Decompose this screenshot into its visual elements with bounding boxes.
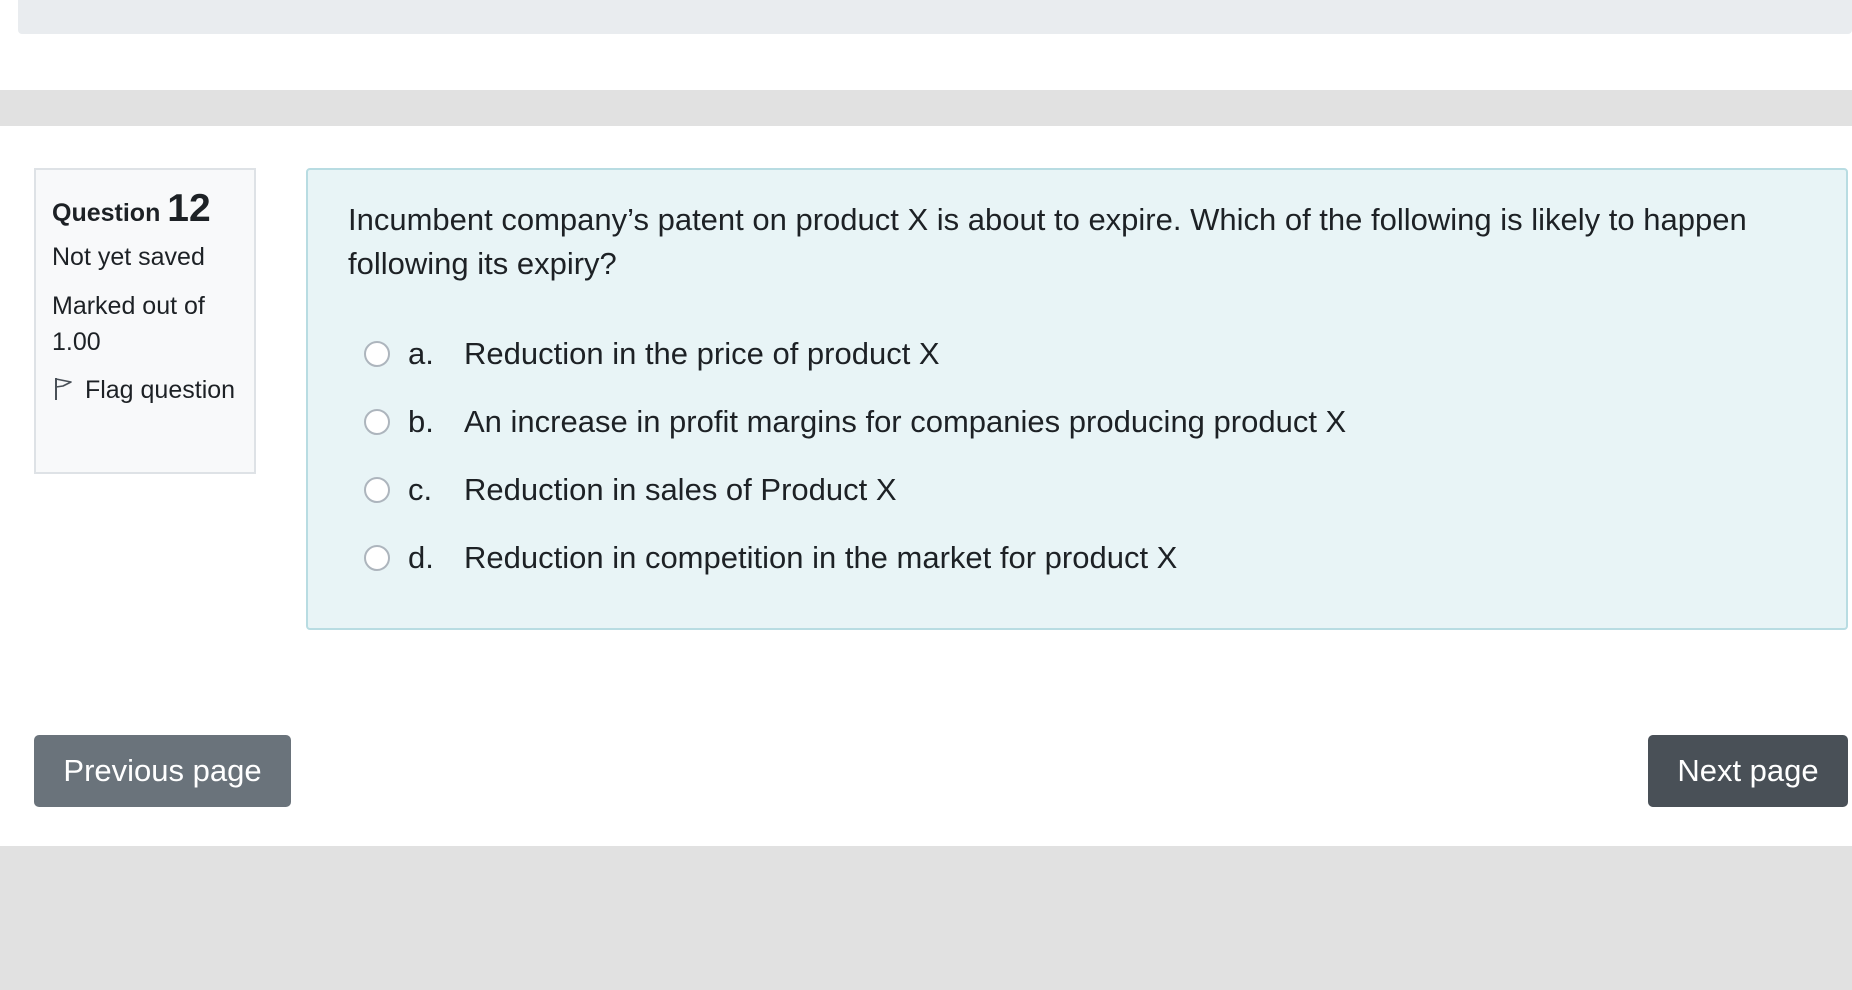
radio-button[interactable]: [364, 409, 390, 435]
flag-question-link[interactable]: Flag question: [52, 372, 238, 408]
question-text: Incumbent company’s patent on product X …: [348, 202, 1747, 281]
header-separator-band: [0, 90, 1852, 126]
answer-option-d[interactable]: d. Reduction in competition in the marke…: [364, 524, 1346, 592]
question-number: Question 12: [52, 187, 238, 232]
question-label: Question: [52, 199, 161, 227]
breadcrumb-bar: [18, 0, 1852, 34]
flag-question-label: Flag question: [84, 376, 236, 404]
footer-band: [0, 846, 1852, 990]
answer-option-a[interactable]: a. Reduction in the price of product X: [364, 320, 1346, 388]
question-grade: Marked out of 1.00: [52, 292, 205, 356]
question-state: Not yet saved: [52, 243, 205, 271]
radio-button[interactable]: [364, 477, 390, 503]
answer-text: An increase in profit margins for compan…: [464, 404, 1347, 439]
previous-page-button[interactable]: Previous page: [34, 735, 291, 807]
answer-text: Reduction in sales of Product X: [464, 472, 897, 507]
flag-icon: [52, 376, 85, 404]
question-number-value: 12: [167, 187, 211, 230]
radio-button[interactable]: [364, 545, 390, 571]
answer-letter: a.: [408, 336, 434, 371]
answer-letter: b.: [408, 404, 434, 439]
answer-letter: d.: [408, 540, 434, 575]
answer-option-c[interactable]: c. Reduction in sales of Product X: [364, 456, 1346, 524]
answer-option-b[interactable]: b. An increase in profit margins for com…: [364, 388, 1346, 456]
answer-text: Reduction in competition in the market f…: [464, 540, 1178, 575]
answer-letter: c.: [408, 472, 433, 507]
next-page-button[interactable]: Next page: [1648, 735, 1848, 807]
answer-text: Reduction in the price of product X: [464, 336, 940, 371]
question-content: Incumbent company’s patent on product X …: [306, 168, 1848, 630]
answer-list: a. Reduction in the price of product X b…: [364, 320, 1346, 592]
radio-button[interactable]: [364, 341, 390, 367]
question-info-panel: Question 12 Not yet saved Marked out of …: [34, 168, 256, 474]
